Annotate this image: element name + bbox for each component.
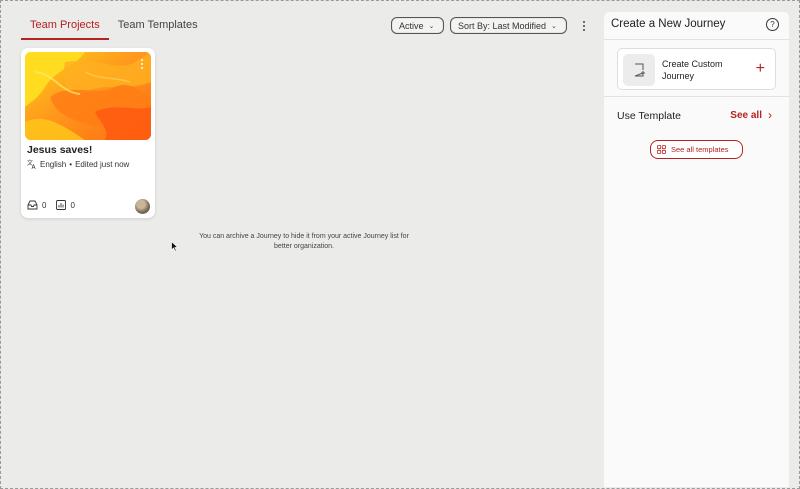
create-custom-journey-button[interactable]: Create Custom Journey + bbox=[617, 48, 776, 90]
help-icon[interactable]: ? bbox=[766, 18, 779, 31]
panel-divider bbox=[604, 96, 789, 97]
visitors-count: 0 bbox=[70, 200, 75, 210]
chevron-down-icon: ⌄ bbox=[551, 22, 557, 30]
responses-count: 0 bbox=[42, 200, 47, 210]
see-all-templates-label: See all templates bbox=[671, 145, 729, 154]
see-all-link[interactable]: See all bbox=[730, 110, 762, 121]
journey-stats: 0 0 bbox=[27, 200, 75, 210]
journey-thumbnail bbox=[25, 52, 151, 140]
meta-separator: • bbox=[69, 159, 73, 169]
card-more-options-icon[interactable] bbox=[139, 58, 145, 70]
journey-language: English bbox=[40, 159, 67, 169]
mouse-cursor-icon bbox=[171, 241, 179, 252]
translate-icon: 文 A bbox=[27, 159, 37, 169]
use-template-heading: Use Template bbox=[617, 110, 682, 122]
status-filter-label: Active bbox=[399, 20, 424, 31]
plus-icon: + bbox=[755, 60, 765, 77]
create-custom-journey-label: Create Custom Journey bbox=[662, 59, 723, 81]
panel-header: Create a New Journey ? bbox=[604, 12, 789, 40]
tab-team-templates[interactable]: Team Templates bbox=[109, 11, 207, 40]
journey-card[interactable]: Jesus saves! 文 A English • Edited just n… bbox=[21, 48, 155, 218]
new-document-icon bbox=[623, 54, 655, 86]
more-options-icon[interactable] bbox=[579, 18, 589, 34]
abstract-paint-image bbox=[25, 52, 151, 140]
app-frame: Team Projects Team Templates Active ⌄ So… bbox=[0, 0, 800, 489]
inbox-icon bbox=[27, 200, 38, 210]
panel-title: Create a New Journey bbox=[611, 18, 726, 30]
svg-text:A: A bbox=[32, 164, 37, 169]
journey-edited-time: Edited just now bbox=[75, 159, 130, 169]
journey-title: Jesus saves! bbox=[27, 144, 93, 156]
avatar[interactable] bbox=[135, 199, 150, 214]
analytics-icon bbox=[56, 200, 67, 210]
grid-icon bbox=[657, 145, 666, 154]
sort-dropdown[interactable]: Sort By: Last Modified ⌄ bbox=[450, 17, 567, 34]
chevron-right-icon[interactable]: › bbox=[768, 109, 772, 121]
status-filter-dropdown[interactable]: Active ⌄ bbox=[391, 17, 444, 34]
create-journey-panel: Create a New Journey ? Create Custom Jou… bbox=[604, 12, 789, 487]
project-tabs: Team Projects Team Templates bbox=[21, 11, 207, 40]
tab-team-projects[interactable]: Team Projects bbox=[21, 11, 109, 40]
chevron-down-icon: ⌄ bbox=[428, 22, 435, 30]
journey-meta: 文 A English • Edited just now bbox=[27, 159, 129, 169]
see-all-templates-button[interactable]: See all templates bbox=[650, 140, 743, 159]
sort-label: Sort By: Last Modified bbox=[458, 20, 547, 31]
archive-hint-text: You can archive a Journey to hide it fro… bbox=[199, 233, 409, 250]
